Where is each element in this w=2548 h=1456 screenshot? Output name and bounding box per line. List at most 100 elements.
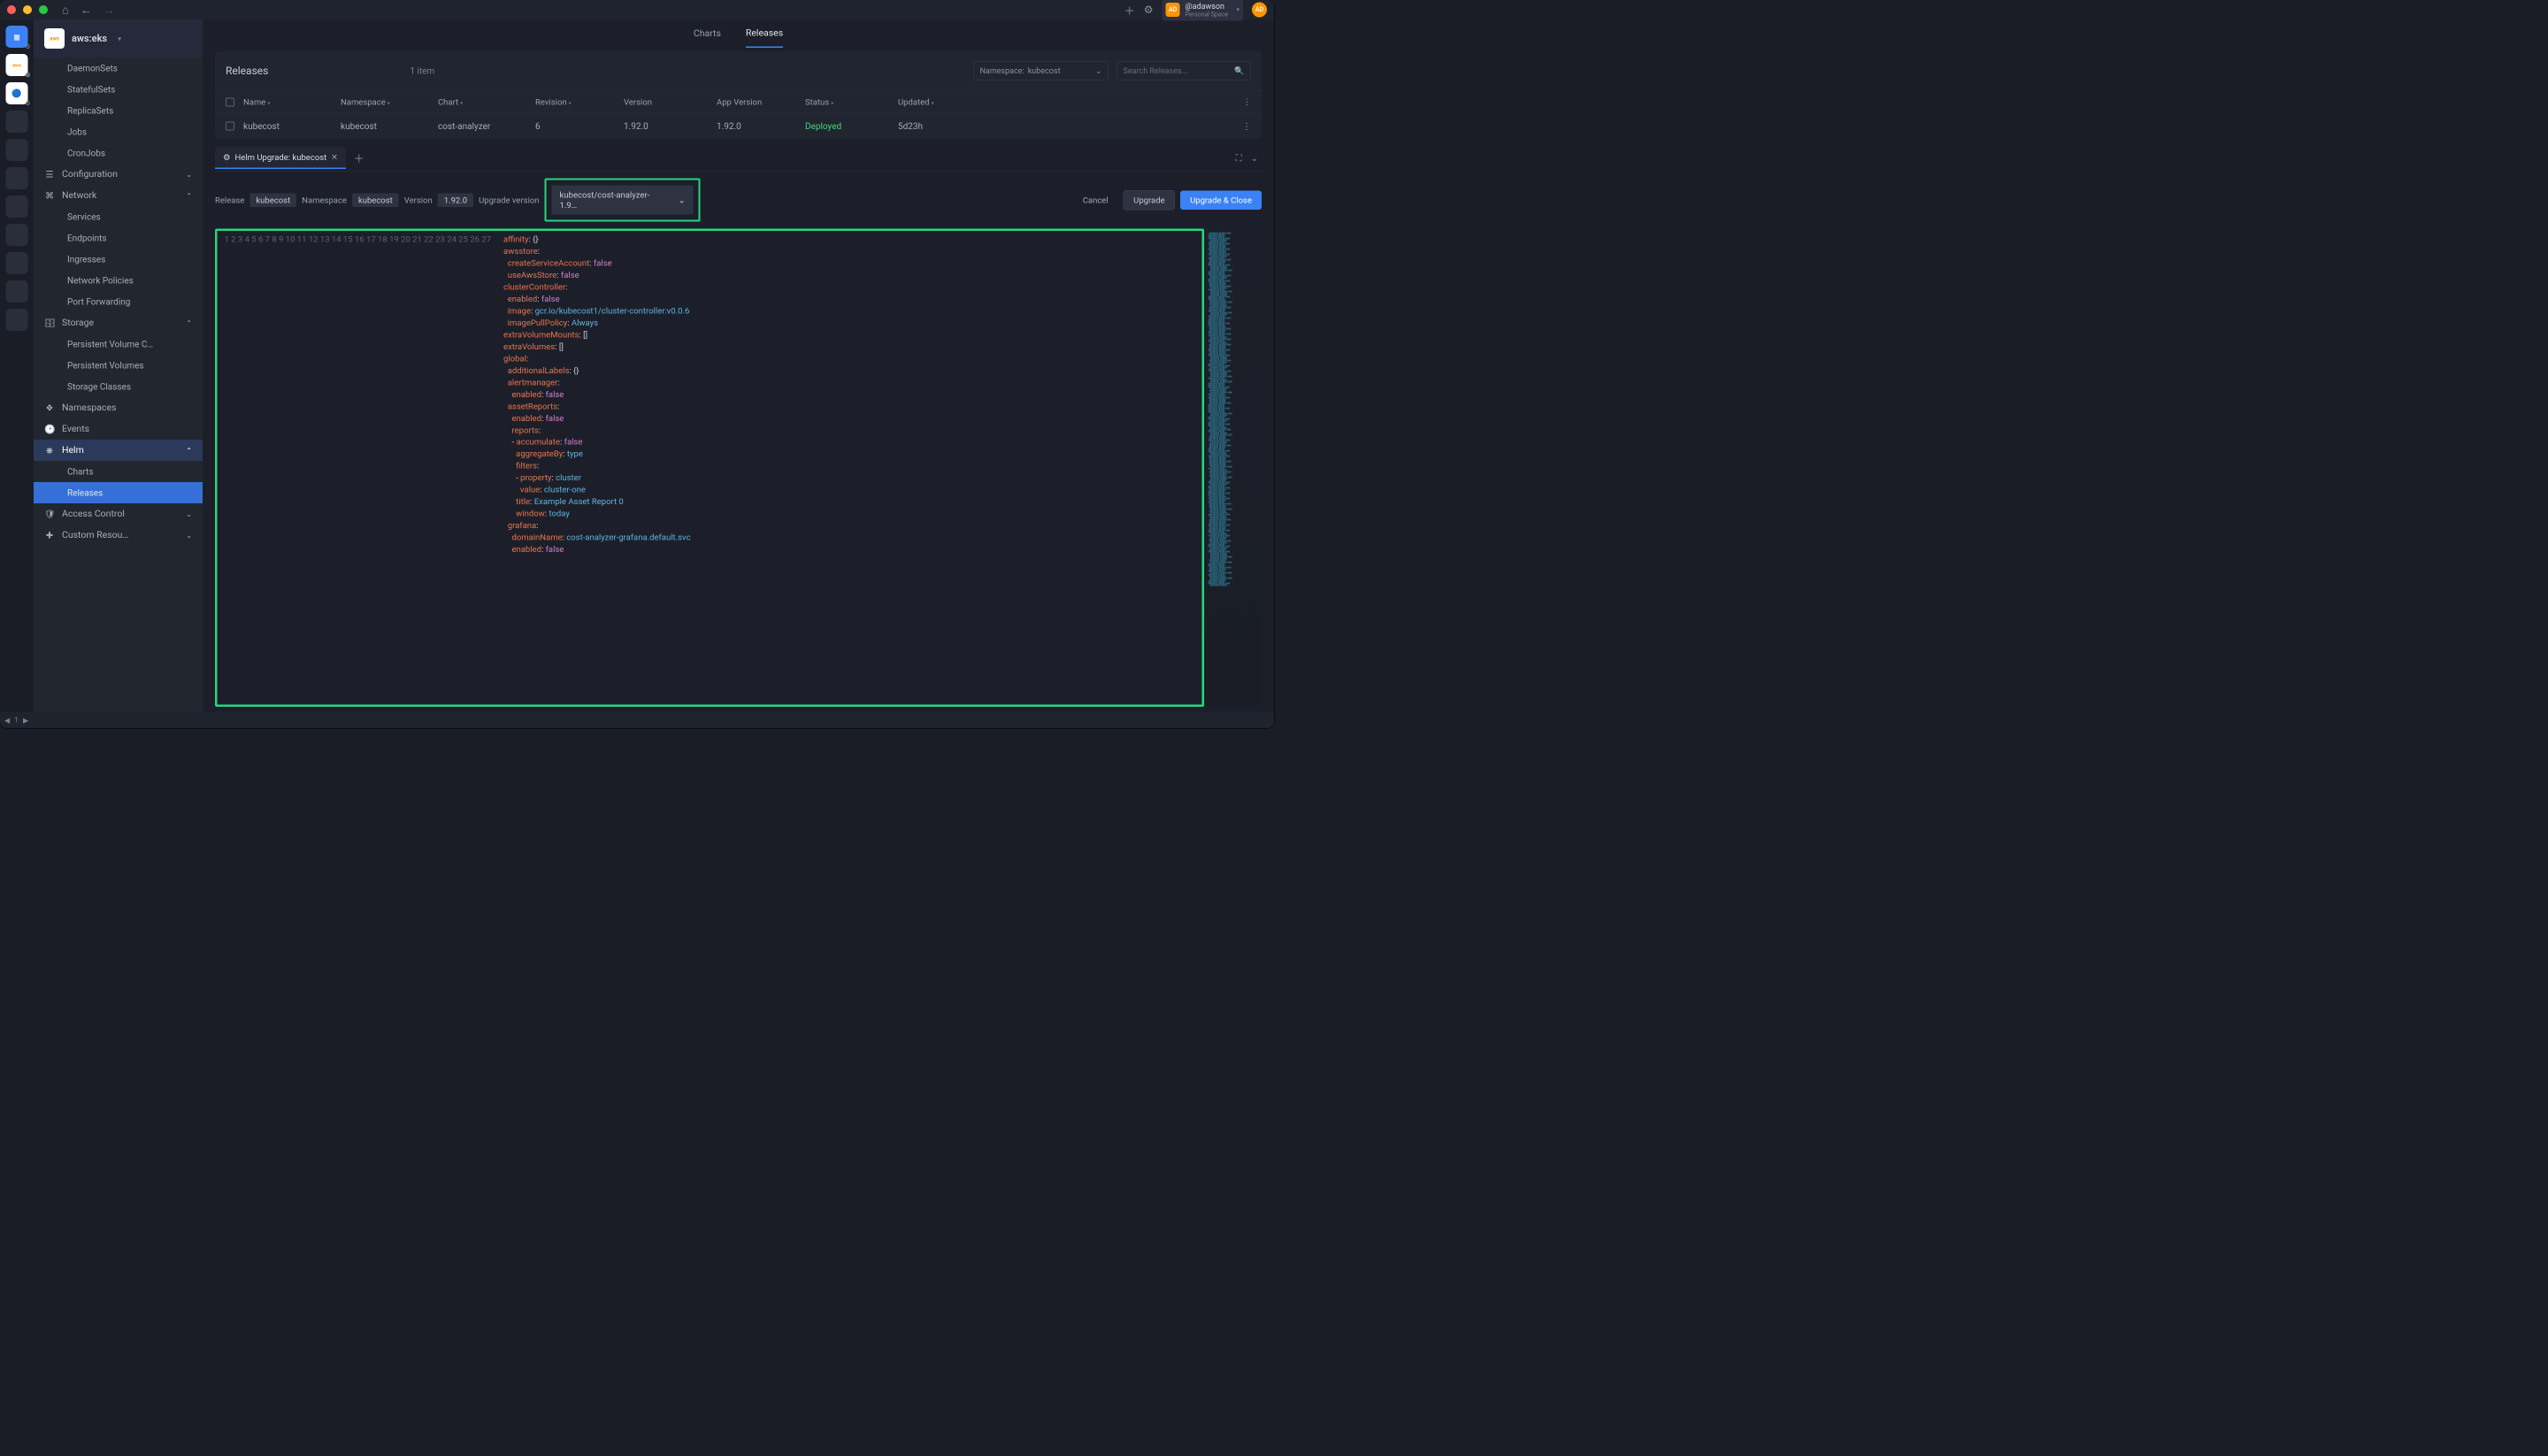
sidebar-group-access[interactable]: 🛡Access Control⌄ (34, 503, 203, 525)
row-menu-icon[interactable]: ⋮ (1238, 121, 1251, 132)
rail-item-placeholder (6, 111, 28, 133)
sidebar-item-helm-charts[interactable]: Charts (34, 461, 203, 482)
col-namespace[interactable]: Namespace▾ (341, 97, 438, 108)
upgrade-action-bar: Release kubecost Namespace kubecost Vers… (203, 172, 1274, 229)
helm-icon: ⎈ (44, 445, 55, 456)
sidebar-group-storage[interactable]: 🗄 Storage ⌃ (34, 312, 203, 333)
upgrade-close-button[interactable]: Upgrade & Close (1180, 190, 1262, 210)
ns-filter-label: Namespace: (980, 66, 1025, 76)
maximize-window[interactable] (39, 5, 48, 14)
col-appversion: App Version (717, 97, 805, 108)
minimize-window[interactable] (23, 5, 32, 14)
cluster-rail: ▦⚙ aws⚙ 🔵⚙ (0, 19, 34, 712)
nav-back-icon[interactable]: ← (81, 3, 92, 17)
sidebar-item-statefulsets[interactable]: StatefulSets (34, 79, 203, 100)
sidebar-label: Storage (62, 318, 94, 328)
minimap[interactable]: ████████ ██████ ████ ████████ ██████ ███… (1204, 229, 1262, 708)
version-select[interactable]: kubecost/cost-analyzer-1.9… ⌄ (552, 186, 694, 215)
rail-item-aws[interactable]: aws⚙ (6, 54, 28, 76)
status-bar: ◀ 1 ▶ (0, 712, 1274, 728)
cancel-button[interactable]: Cancel (1073, 190, 1118, 210)
sidebar-item-daemonsets[interactable]: DaemonSets (34, 57, 203, 79)
top-tabs: Charts Releases (203, 19, 1274, 48)
sidebar-item-services[interactable]: Services (34, 206, 203, 227)
chevron-up-icon: ⌃ (186, 318, 192, 327)
status-next[interactable]: ▶ (23, 716, 28, 724)
maximize-icon[interactable]: ⛶ (1236, 152, 1242, 163)
sidebar-group-crd[interactable]: ✚Custom Resou…⌄ (34, 525, 203, 546)
gear-icon: ⚙ (25, 100, 30, 107)
close-window[interactable] (7, 5, 16, 14)
sidebar-item-ingresses[interactable]: Ingresses (34, 249, 203, 270)
sidebar-item-cronjobs[interactable]: CronJobs (34, 142, 203, 164)
sidebar-group-events[interactable]: 🕑Events (34, 418, 203, 440)
sidebar-label: Configuration (62, 169, 118, 180)
titlebar: ⌂ ← → ＋ ⚙ AD @adawson Personal Space ▾ A… (0, 0, 1274, 19)
editor-tab-upgrade[interactable]: ⚙ Helm Upgrade: kubecost ✕ (215, 147, 346, 169)
list-icon: ☰ (44, 169, 55, 180)
col-version: Version (624, 97, 717, 108)
sidebar-group-namespaces[interactable]: ❖Namespaces (34, 397, 203, 418)
user-menu[interactable]: AD @adawson Personal Space ▾ (1163, 0, 1243, 20)
sidebar-item-pvc[interactable]: Persistent Volume C… (34, 333, 203, 355)
sidebar-item-endpoints[interactable]: Endpoints (34, 227, 203, 249)
sidebar-group-network[interactable]: ⌘Network⌃ (34, 185, 203, 206)
col-chart[interactable]: Chart▾ (438, 97, 535, 108)
version-select-highlight: kubecost/cost-analyzer-1.9… ⌄ (545, 179, 701, 222)
nav-forward-icon[interactable]: → (104, 3, 115, 17)
table-header: Name▾ Namespace▾ Chart▾ Revision▾ Versio… (215, 90, 1262, 113)
content-area: Charts Releases Releases 1 item Namespac… (203, 19, 1274, 712)
sidebar-item-pv[interactable]: Persistent Volumes (34, 355, 203, 376)
chevron-down-icon[interactable]: ⌄ (1251, 152, 1258, 163)
line-gutter: 1 2 3 4 5 6 7 8 9 10 11 12 13 14 15 16 1… (218, 231, 499, 705)
col-status[interactable]: Status▾ (805, 97, 898, 108)
search-input[interactable]: Search Releases... 🔍 (1117, 61, 1251, 80)
add-icon[interactable]: ＋ (1124, 2, 1135, 18)
col-updated[interactable]: Updated▾ (898, 97, 1238, 108)
chevron-up-icon: ⌃ (186, 191, 192, 200)
cluster-switcher[interactable]: aws aws:eks ▾ (34, 19, 203, 57)
col-revision[interactable]: Revision▾ (535, 97, 624, 108)
row-checkbox[interactable] (226, 122, 234, 131)
table-row[interactable]: kubecost kubecost cost-analyzer 6 1.92.0… (215, 113, 1262, 139)
add-tab-button[interactable]: ＋ (346, 145, 372, 172)
sidebar-group-configuration[interactable]: ☰Configuration⌄ (34, 164, 203, 185)
home-icon[interactable]: ⌂ (62, 3, 69, 17)
sidebar-item-jobs[interactable]: Jobs (34, 121, 203, 142)
status-prev[interactable]: ◀ (4, 716, 10, 724)
chevron-up-icon: ⌃ (186, 446, 192, 455)
tab-charts[interactable]: Charts (694, 20, 721, 47)
sidebar-item-replicasets[interactable]: ReplicaSets (34, 100, 203, 121)
sidebar-item-portforward[interactable]: Port Forwarding (34, 291, 203, 312)
network-icon: ⌘ (44, 190, 55, 201)
yaml-editor[interactable]: 1 2 3 4 5 6 7 8 9 10 11 12 13 14 15 16 1… (215, 229, 1204, 708)
user-space: Personal Space (1186, 11, 1228, 18)
row-menu-icon[interactable]: ⋮ (1238, 97, 1251, 108)
cell-updated: 5d23h (898, 121, 1238, 132)
cell-chart: cost-analyzer (438, 121, 535, 132)
sidebar-group-helm[interactable]: ⎈Helm⌃ (34, 440, 203, 461)
upgrade-button[interactable]: Upgrade (1124, 190, 1175, 211)
rail-item-placeholder (6, 139, 28, 161)
rail-item-placeholder (6, 195, 28, 218)
rail-item-gcp[interactable]: 🔵⚙ (6, 82, 28, 104)
select-all-checkbox[interactable] (226, 97, 234, 106)
rail-item-catalog[interactable]: ▦⚙ (6, 26, 28, 48)
sidebar-item-sc[interactable]: Storage Classes (34, 376, 203, 397)
cell-version: 1.92.0 (624, 121, 717, 132)
label-version: Version (404, 195, 433, 205)
tab-releases[interactable]: Releases (746, 19, 783, 48)
storage-icon: 🗄 (44, 318, 55, 328)
namespace-filter[interactable]: Namespace: kubecost⌄ (973, 61, 1109, 80)
sidebar: aws aws:eks ▾ DaemonSets StatefulSets Re… (34, 19, 203, 712)
col-name[interactable]: Name▾ (243, 97, 341, 108)
cluster-name: aws:eks (72, 33, 107, 44)
code-area[interactable]: affinity: {} awsstore: createServiceAcco… (498, 231, 696, 705)
gear-icon[interactable]: ⚙ (1144, 4, 1154, 16)
close-icon[interactable]: ✕ (331, 152, 338, 162)
traffic-lights (7, 5, 48, 14)
helm-icon: ⚙ (223, 152, 231, 163)
sidebar-item-netpol[interactable]: Network Policies (34, 270, 203, 291)
sidebar-item-helm-releases[interactable]: Releases (34, 482, 203, 503)
avatar-round[interactable]: AD (1252, 3, 1267, 18)
